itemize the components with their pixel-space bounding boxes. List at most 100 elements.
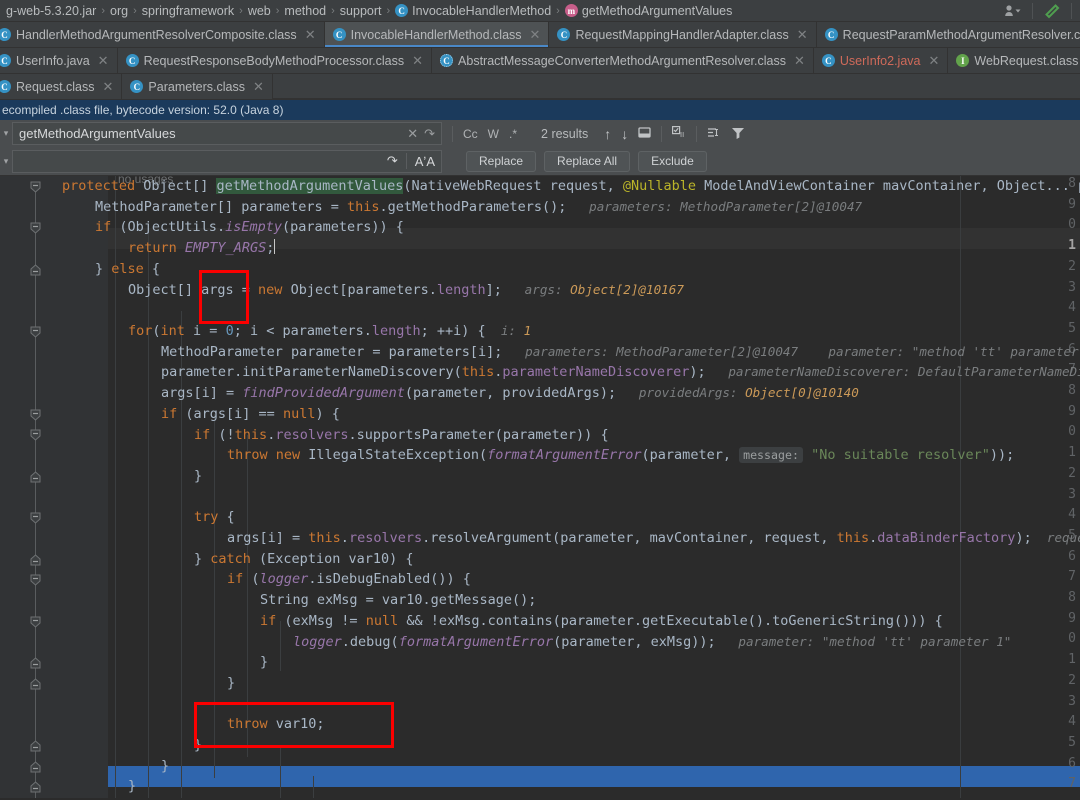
find-results-count: 2 results bbox=[541, 126, 589, 141]
arrow-down-icon[interactable]: ↓ bbox=[621, 126, 628, 142]
chevron-down-icon[interactable]: ▾ bbox=[0, 128, 12, 139]
code-editor[interactable]: no usages 890123456789012345678901234567… bbox=[0, 176, 1080, 798]
find-input[interactable]: getMethodArgumentValues ✕ ↷ bbox=[12, 122, 442, 145]
tab-request-param-method-argument-resolver[interactable]: C RequestParamMethodArgumentResolver.cl bbox=[816, 22, 1080, 47]
divider bbox=[1032, 2, 1033, 19]
build-hammer-icon[interactable] bbox=[1039, 1, 1065, 21]
close-icon[interactable]: ✕ bbox=[794, 54, 805, 67]
close-icon[interactable]: ✕ bbox=[412, 54, 423, 67]
breadcrumb-label: InvocableHandlerMethod bbox=[412, 3, 552, 18]
breadcrumb-separator-icon: › bbox=[386, 4, 391, 17]
abstract-class-icon: C bbox=[440, 54, 454, 67]
match-case-toggle[interactable]: Cc bbox=[463, 127, 478, 141]
class-icon: C bbox=[824, 28, 838, 41]
breadcrumb-item-jar[interactable]: g-web-5.3.20.jar bbox=[4, 4, 98, 18]
svg-text:II: II bbox=[680, 131, 684, 139]
breadcrumb-separator-icon: › bbox=[239, 4, 243, 17]
exclude-button[interactable]: Exclude bbox=[638, 150, 707, 172]
breadcrumb-separator-icon: › bbox=[331, 4, 335, 17]
tab-label: UserInfo.java bbox=[16, 53, 90, 68]
tab-label: Request.class bbox=[16, 79, 95, 94]
replace-button[interactable]: Replace bbox=[466, 150, 537, 172]
tab-request-mapping-handler-adapter[interactable]: C RequestMappingHandlerAdapter.class ✕ bbox=[549, 22, 817, 47]
class-icon: C bbox=[395, 4, 409, 17]
breadcrumb-item-web[interactable]: web bbox=[246, 4, 273, 18]
tab-label: RequestMappingHandlerAdapter.class bbox=[575, 27, 789, 42]
whole-words-toggle[interactable]: W bbox=[488, 127, 499, 141]
breadcrumb-label: support bbox=[339, 3, 382, 18]
tab-user-info-java[interactable]: C UserInfo.java ✕ bbox=[0, 48, 118, 73]
breadcrumb-label: org bbox=[110, 3, 129, 18]
tab-label: Parameters.class bbox=[148, 79, 245, 94]
class-icon: C bbox=[0, 54, 11, 67]
breadcrumb-separator-icon: › bbox=[133, 4, 137, 17]
breadcrumb-item-org[interactable]: org bbox=[108, 4, 130, 18]
breadcrumb: g-web-5.3.20.jar › org › springframework… bbox=[0, 0, 1080, 22]
tab-request-class[interactable]: C Request.class ✕ bbox=[0, 74, 123, 99]
close-icon[interactable]: ✕ bbox=[407, 126, 418, 142]
arrow-up-icon[interactable]: ↑ bbox=[604, 126, 611, 142]
newline-icon[interactable]: ↷ bbox=[424, 126, 435, 142]
open-in-window-icon[interactable] bbox=[638, 126, 651, 142]
breadcrumb-separator-icon: › bbox=[101, 4, 105, 17]
class-icon: C bbox=[0, 80, 11, 93]
code-content: protected Object[] getMethodArgumentValu… bbox=[62, 178, 1080, 795]
replace-buttons: Replace Replace All Exclude bbox=[466, 150, 707, 172]
replace-all-button[interactable]: Replace All bbox=[544, 150, 631, 172]
tab-row-3: C Request.class ✕ C Parameters.class ✕ bbox=[0, 74, 1080, 100]
close-icon[interactable]: ✕ bbox=[253, 80, 264, 93]
multiline-icon[interactable]: II bbox=[672, 125, 686, 142]
divider bbox=[661, 125, 663, 142]
filter-scope-icon[interactable] bbox=[707, 126, 721, 142]
tab-handler-method-argument-resolver-composite[interactable]: C HandlerMethodArgumentResolverComposite… bbox=[0, 22, 325, 47]
filter-icon[interactable] bbox=[731, 126, 745, 142]
tab-user-info2-java[interactable]: C UserInfo2.java ✕ bbox=[813, 48, 949, 73]
tab-abstract-message-converter-method-argument-resolver[interactable]: C AbstractMessageConverterMethodArgument… bbox=[432, 48, 814, 73]
tab-invocable-handler-method[interactable]: C InvocableHandlerMethod.class ✕ bbox=[324, 22, 550, 47]
preserve-case-icon[interactable]: AʼA bbox=[415, 154, 435, 169]
breadcrumb-label: web bbox=[247, 3, 271, 18]
editor-tabs: C HandlerMethodArgumentResolverComposite… bbox=[0, 22, 1080, 100]
close-icon[interactable]: ✕ bbox=[305, 28, 316, 41]
class-icon: C bbox=[332, 28, 346, 41]
tab-web-request[interactable]: I WebRequest.class ✕ bbox=[948, 48, 1080, 73]
tab-label: RequestParamMethodArgumentResolver.cl bbox=[842, 27, 1080, 42]
breadcrumb-item-support[interactable]: support bbox=[338, 4, 384, 18]
breadcrumb-separator-icon: › bbox=[275, 4, 280, 17]
intellij-window: g-web-5.3.20.jar › org › springframework… bbox=[0, 0, 1080, 800]
chevron-down-icon-replace[interactable]: ▾ bbox=[0, 156, 12, 167]
replace-input[interactable]: ↷ AʼA bbox=[12, 149, 442, 173]
breadcrumb-label: method bbox=[284, 3, 327, 18]
close-icon[interactable]: ✕ bbox=[103, 80, 114, 93]
breadcrumb-item-springframework[interactable]: springframework bbox=[140, 4, 236, 18]
tab-label: UserInfo2.java bbox=[839, 53, 921, 68]
close-icon[interactable]: ✕ bbox=[928, 54, 939, 67]
close-icon[interactable]: ✕ bbox=[797, 28, 808, 41]
class-icon: C bbox=[130, 80, 144, 93]
navbar-right-actions bbox=[1000, 1, 1080, 21]
user-dropdown-icon[interactable] bbox=[1000, 1, 1026, 21]
decompiled-notice-text: ecompiled .class file, bytecode version:… bbox=[2, 103, 284, 117]
tab-label: HandlerMethodArgumentResolverComposite.c… bbox=[16, 27, 297, 42]
tab-parameters-class[interactable]: C Parameters.class ✕ bbox=[122, 74, 273, 99]
find-actions: ↑ ↓ II bbox=[604, 125, 745, 142]
regex-toggle[interactable]: .* bbox=[509, 127, 517, 141]
breadcrumb-item-method-name[interactable]: m getMethodArgumentValues bbox=[563, 4, 735, 18]
close-icon[interactable]: ✕ bbox=[530, 28, 541, 41]
breadcrumb-separator-icon: › bbox=[556, 4, 560, 17]
class-icon: C bbox=[0, 28, 11, 41]
breadcrumb-item-method[interactable]: method bbox=[282, 4, 328, 18]
tab-label: WebRequest.class bbox=[974, 53, 1079, 68]
decompiled-notice-bar: ecompiled .class file, bytecode version:… bbox=[0, 100, 1080, 120]
tab-row-2: C UserInfo.java ✕ C RequestResponseBodyM… bbox=[0, 48, 1080, 74]
tab-request-response-body-method-processor[interactable]: C RequestResponseBodyMethodProcessor.cla… bbox=[117, 48, 433, 73]
divider bbox=[696, 125, 698, 142]
find-replace-panel: ▾ getMethodArgumentValues ✕ ↷ Cc W .* 2 … bbox=[0, 120, 1080, 176]
breadcrumb-item-class[interactable]: C InvocableHandlerMethod bbox=[393, 4, 553, 18]
newline-icon[interactable]: ↷ bbox=[387, 153, 398, 169]
close-icon[interactable]: ✕ bbox=[98, 54, 109, 67]
class-icon: C bbox=[125, 54, 139, 67]
interface-icon: I bbox=[956, 54, 970, 67]
tab-label: InvocableHandlerMethod.class bbox=[350, 27, 522, 42]
class-icon: C bbox=[821, 54, 835, 67]
